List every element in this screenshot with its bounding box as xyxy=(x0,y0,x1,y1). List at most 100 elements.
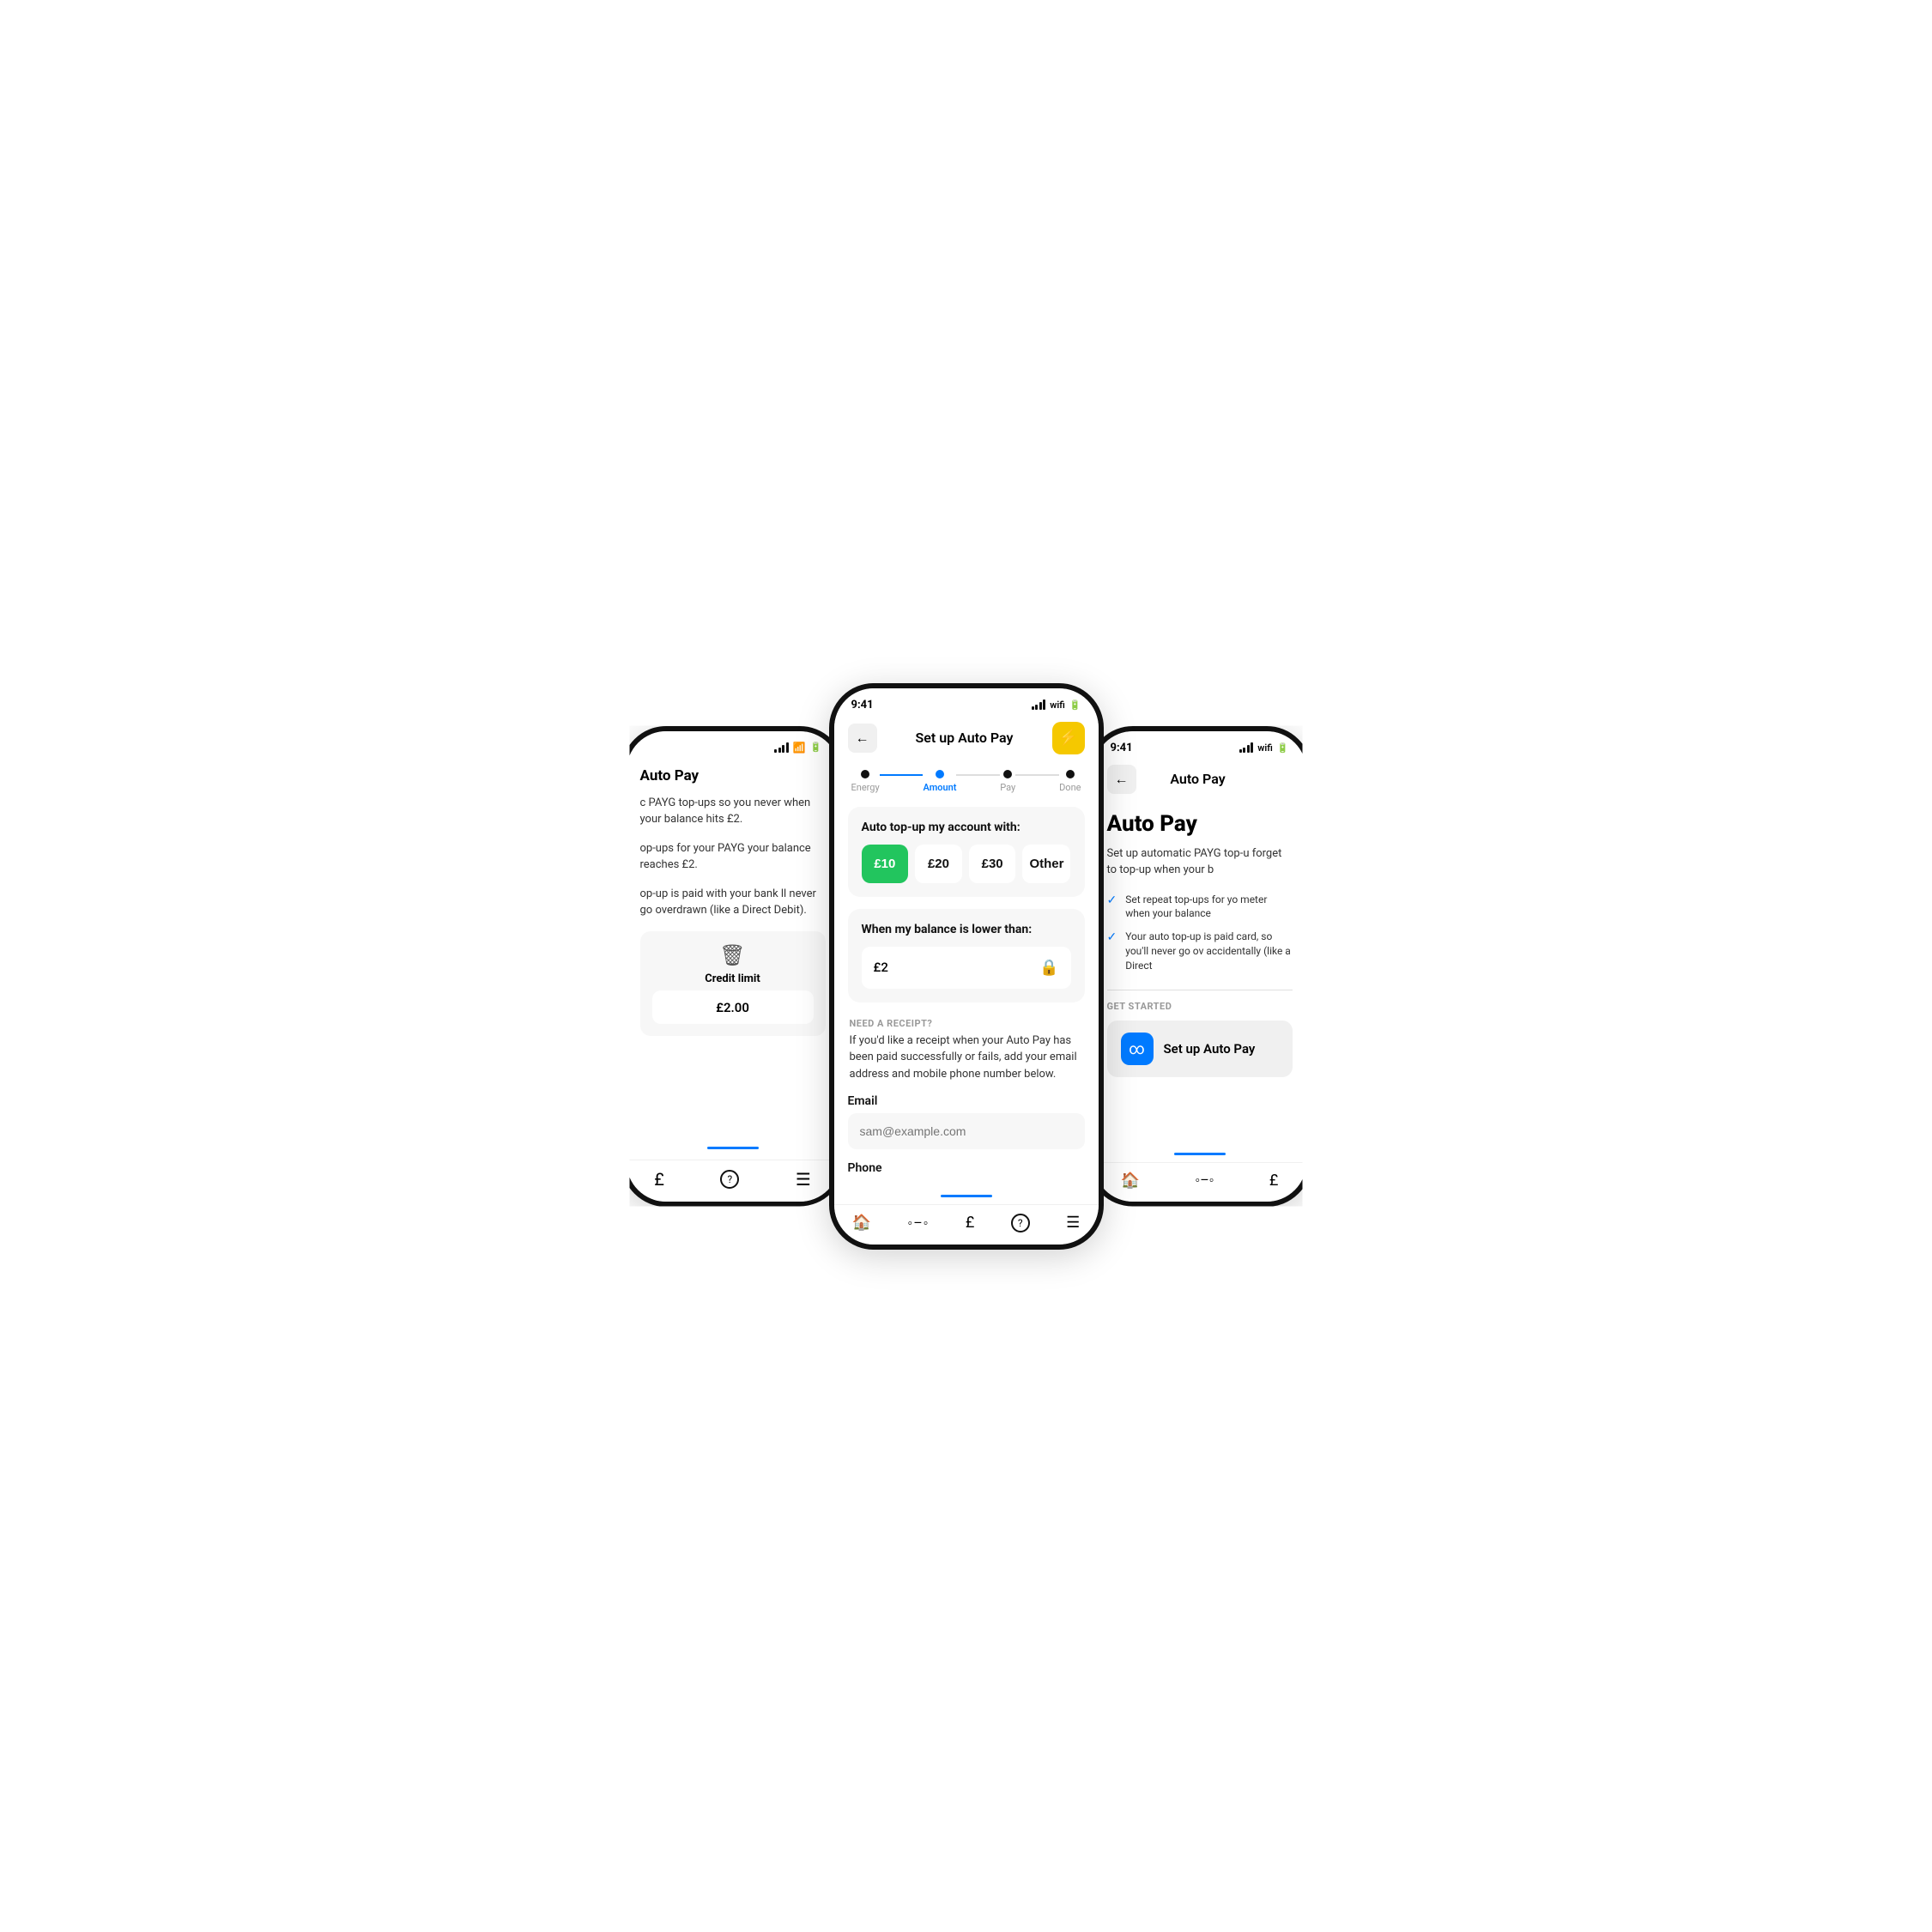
amount-grid: £10 £20 £30 Other xyxy=(862,845,1071,883)
email-input[interactable] xyxy=(848,1113,1085,1149)
step-energy-label: Energy xyxy=(851,782,880,793)
right-usage-icon: ◦–◦ xyxy=(1196,1172,1214,1189)
step-energy-dot xyxy=(861,770,869,778)
amount-10-btn[interactable]: £10 xyxy=(862,845,909,883)
receipt-section: NEED A RECEIPT? If you'd like a receipt … xyxy=(848,1014,1085,1083)
autopay-desc: Set up automatic PAYG top-u forget to to… xyxy=(1107,845,1293,879)
right-back-button[interactable]: ← xyxy=(1107,765,1136,794)
center-phone: 9:41 wifi 🔋 ← Set up Auto Pay ⚡ xyxy=(829,683,1104,1250)
right-nav-bar: ← Auto Pay xyxy=(1093,758,1306,801)
center-bottom-indicator xyxy=(941,1195,992,1197)
check-item-1: ✓ Set repeat top-ups for yo meter when y… xyxy=(1107,893,1293,922)
credit-label: Credit limit xyxy=(705,972,760,985)
center-menu-icon: ☰ xyxy=(1066,1214,1080,1232)
help-icon: ? xyxy=(720,1170,739,1189)
center-nav-home[interactable]: 🏠 xyxy=(852,1214,871,1232)
left-phone: 📶 🔋 Auto Pay c PAYG top-ups so you never… xyxy=(621,726,845,1207)
amount-other-btn[interactable]: Other xyxy=(1022,845,1070,883)
center-back-button[interactable]: ← xyxy=(848,724,877,753)
right-battery-icon: 🔋 xyxy=(1277,742,1289,754)
left-bottom-indicator-wrap xyxy=(627,1147,839,1160)
autopay-title: Auto Pay xyxy=(1107,811,1293,837)
amount-30-btn[interactable]: £30 xyxy=(969,845,1016,883)
left-title: Auto Pay xyxy=(640,767,826,784)
right-back-arrow-icon: ← xyxy=(1115,771,1129,788)
check-item-2: ✓ Your auto top-up is paid card, so you'… xyxy=(1107,930,1293,972)
right-nav-billing[interactable]: £ xyxy=(1269,1172,1278,1190)
amount-20-btn[interactable]: £20 xyxy=(915,845,962,883)
credit-card: 🗑 Credit limit £2.00 xyxy=(640,931,826,1036)
lightning-icon: ⚡ xyxy=(1058,729,1077,747)
right-home-icon: 🏠 xyxy=(1121,1172,1140,1190)
step-pay: Pay xyxy=(1000,770,1015,793)
usage-icon: ◦–◦ xyxy=(908,1214,930,1232)
center-wifi-icon: wifi xyxy=(1050,700,1065,711)
right-wifi-icon: wifi xyxy=(1257,742,1273,754)
center-battery-icon: 🔋 xyxy=(1069,700,1081,711)
back-arrow-icon: ← xyxy=(856,730,869,747)
step-done: Done xyxy=(1059,770,1081,793)
balance-card-title: When my balance is lower than: xyxy=(862,923,1071,936)
center-help-icon: ? xyxy=(1011,1214,1030,1232)
home-icon: 🏠 xyxy=(852,1214,871,1232)
setup-btn-text: Set up Auto Pay xyxy=(1164,1041,1256,1057)
email-label: Email xyxy=(848,1094,1085,1108)
right-billing-icon: £ xyxy=(1269,1172,1278,1190)
right-indicator-wrap xyxy=(1093,1149,1306,1162)
left-desc2: op-ups for your PAYG your balance reache… xyxy=(640,840,826,874)
right-status-bar: 9:41 wifi 🔋 xyxy=(1093,731,1306,758)
phone-field-container: Phone xyxy=(848,1161,1085,1180)
infinity-icon: ∞ xyxy=(1121,1033,1154,1065)
left-content: Auto Pay c PAYG top-ups so you never whe… xyxy=(627,757,839,1147)
left-desc1: c PAYG top-ups so you never when your ba… xyxy=(640,795,826,828)
center-nav-action[interactable]: ⚡ xyxy=(1052,722,1085,754)
right-bottom-nav: 🏠 ◦–◦ £ xyxy=(1093,1162,1306,1202)
right-signal-icon xyxy=(1239,742,1254,753)
check-mark-2: ✓ xyxy=(1107,930,1117,944)
step-pay-label: Pay xyxy=(1000,782,1015,793)
center-billing-icon: £ xyxy=(966,1214,974,1232)
step-line-3 xyxy=(1015,774,1059,776)
center-nav-usage[interactable]: ◦–◦ xyxy=(908,1214,930,1232)
left-nav-menu[interactable]: ☰ xyxy=(796,1169,811,1190)
step-amount-label: Amount xyxy=(923,782,956,793)
step-pay-dot xyxy=(1003,770,1012,778)
right-nav-usage[interactable]: ◦–◦ xyxy=(1196,1172,1214,1189)
left-status-icons: 📶 🔋 xyxy=(774,742,821,754)
center-signal-icon xyxy=(1032,700,1046,710)
setup-autopay-button[interactable]: ∞ Set up Auto Pay xyxy=(1107,1021,1293,1077)
center-nav-title: Set up Auto Pay xyxy=(916,730,1014,746)
balance-value: £2 xyxy=(874,960,888,975)
email-field-container: Email xyxy=(848,1094,1085,1149)
receipt-label: NEED A RECEIPT? xyxy=(850,1018,1083,1029)
step-line-1 xyxy=(880,774,924,776)
center-nav-bar: ← Set up Auto Pay ⚡ xyxy=(834,715,1099,761)
balance-field: £2 🔒 xyxy=(862,947,1071,989)
scene: 📶 🔋 Auto Pay c PAYG top-ups so you never… xyxy=(494,683,1438,1250)
right-nav-title: Auto Pay xyxy=(1170,771,1225,787)
right-nav-home[interactable]: 🏠 xyxy=(1121,1172,1140,1190)
topup-card-title: Auto top-up my account with: xyxy=(862,821,1071,834)
right-content: Auto Pay Set up automatic PAYG top-u for… xyxy=(1093,801,1306,1149)
left-nav-billing[interactable]: £ xyxy=(654,1169,664,1190)
wifi-icon: 📶 xyxy=(793,742,806,754)
left-bottom-indicator xyxy=(707,1147,759,1149)
billing-icon: £ xyxy=(654,1169,664,1190)
balance-card: When my balance is lower than: £2 🔒 xyxy=(848,909,1085,1002)
progress-steps: Energy Amount Pay Done xyxy=(834,761,1099,807)
center-nav-menu[interactable]: ☰ xyxy=(1066,1214,1080,1232)
left-nav-help[interactable]: ? xyxy=(720,1170,739,1189)
right-status-icons: wifi 🔋 xyxy=(1239,742,1289,754)
step-line-2 xyxy=(956,774,1000,776)
center-indicator-wrap xyxy=(834,1191,1099,1204)
center-time: 9:41 xyxy=(851,699,874,712)
center-nav-help[interactable]: ? xyxy=(1011,1214,1030,1232)
step-energy: Energy xyxy=(851,770,880,793)
step-amount-dot xyxy=(936,770,944,778)
check-mark-1: ✓ xyxy=(1107,893,1117,907)
center-status-icons: wifi 🔋 xyxy=(1032,700,1081,711)
menu-icon: ☰ xyxy=(796,1169,811,1190)
battery-icon: 🔋 xyxy=(810,742,822,753)
check-list: ✓ Set repeat top-ups for yo meter when y… xyxy=(1107,893,1293,973)
center-nav-billing[interactable]: £ xyxy=(966,1214,974,1232)
